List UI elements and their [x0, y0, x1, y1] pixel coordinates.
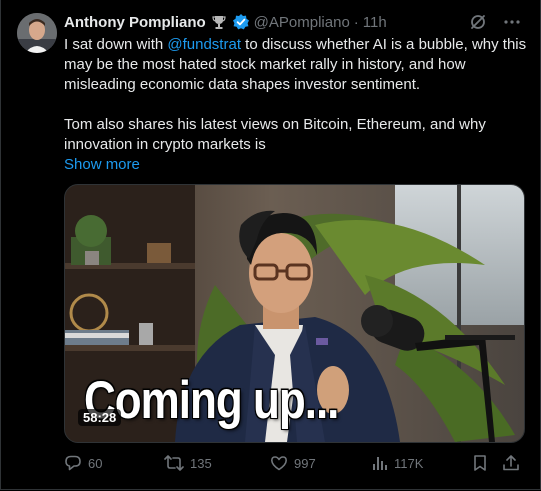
tweet-paragraph-1: I sat down with @fundstrat to discuss wh… [64, 35, 528, 95]
tweet-card[interactable]: Anthony Pompliano @APompliano · 11h I sa… [0, 0, 541, 490]
reply-button[interactable]: 60 [64, 454, 102, 472]
verified-badge-icon[interactable] [232, 13, 250, 31]
tweet-header: Anthony Pompliano @APompliano · 11h [64, 12, 387, 32]
tweet-text-segment: I sat down with [64, 36, 168, 53]
like-count: 997 [294, 455, 316, 471]
repost-button[interactable]: 135 [164, 454, 212, 472]
share-button[interactable] [502, 454, 520, 472]
mention-link[interactable]: @fundstrat [167, 36, 241, 53]
share-icon [502, 454, 520, 472]
like-button[interactable]: 997 [270, 454, 316, 472]
heart-icon [270, 454, 288, 472]
views-count: 117K [394, 455, 424, 471]
tweet-text: I sat down with @fundstrat to discuss wh… [64, 35, 528, 175]
author-name[interactable]: Anthony Pompliano [64, 14, 206, 31]
trophy-icon[interactable] [210, 13, 228, 31]
timestamp[interactable]: 11h [363, 14, 387, 31]
more-icon[interactable] [502, 12, 522, 32]
video-duration: 58:28 [78, 409, 122, 426]
show-more-link[interactable]: Show more [64, 155, 528, 175]
bookmark-button[interactable] [472, 454, 488, 472]
author-handle[interactable]: @APompliano [254, 14, 350, 31]
repost-count: 135 [190, 455, 212, 471]
separator-dot: · [353, 13, 359, 31]
avatar[interactable] [17, 13, 57, 53]
repost-icon [164, 454, 184, 472]
views-button[interactable]: 117K [372, 454, 423, 472]
tweet-actions: 60 135 997 117K [64, 454, 524, 474]
grok-icon[interactable] [468, 12, 488, 32]
views-icon [372, 454, 388, 472]
video-player[interactable]: Coming up... 58:28 [64, 184, 525, 443]
video-caption: Coming up... [84, 371, 339, 430]
tweet-top-actions [468, 12, 522, 32]
bookmark-icon [472, 454, 488, 472]
tweet-paragraph-2: Tom also shares his latest views on Bitc… [64, 116, 486, 153]
reply-count: 60 [88, 455, 103, 471]
reply-icon [64, 454, 82, 472]
